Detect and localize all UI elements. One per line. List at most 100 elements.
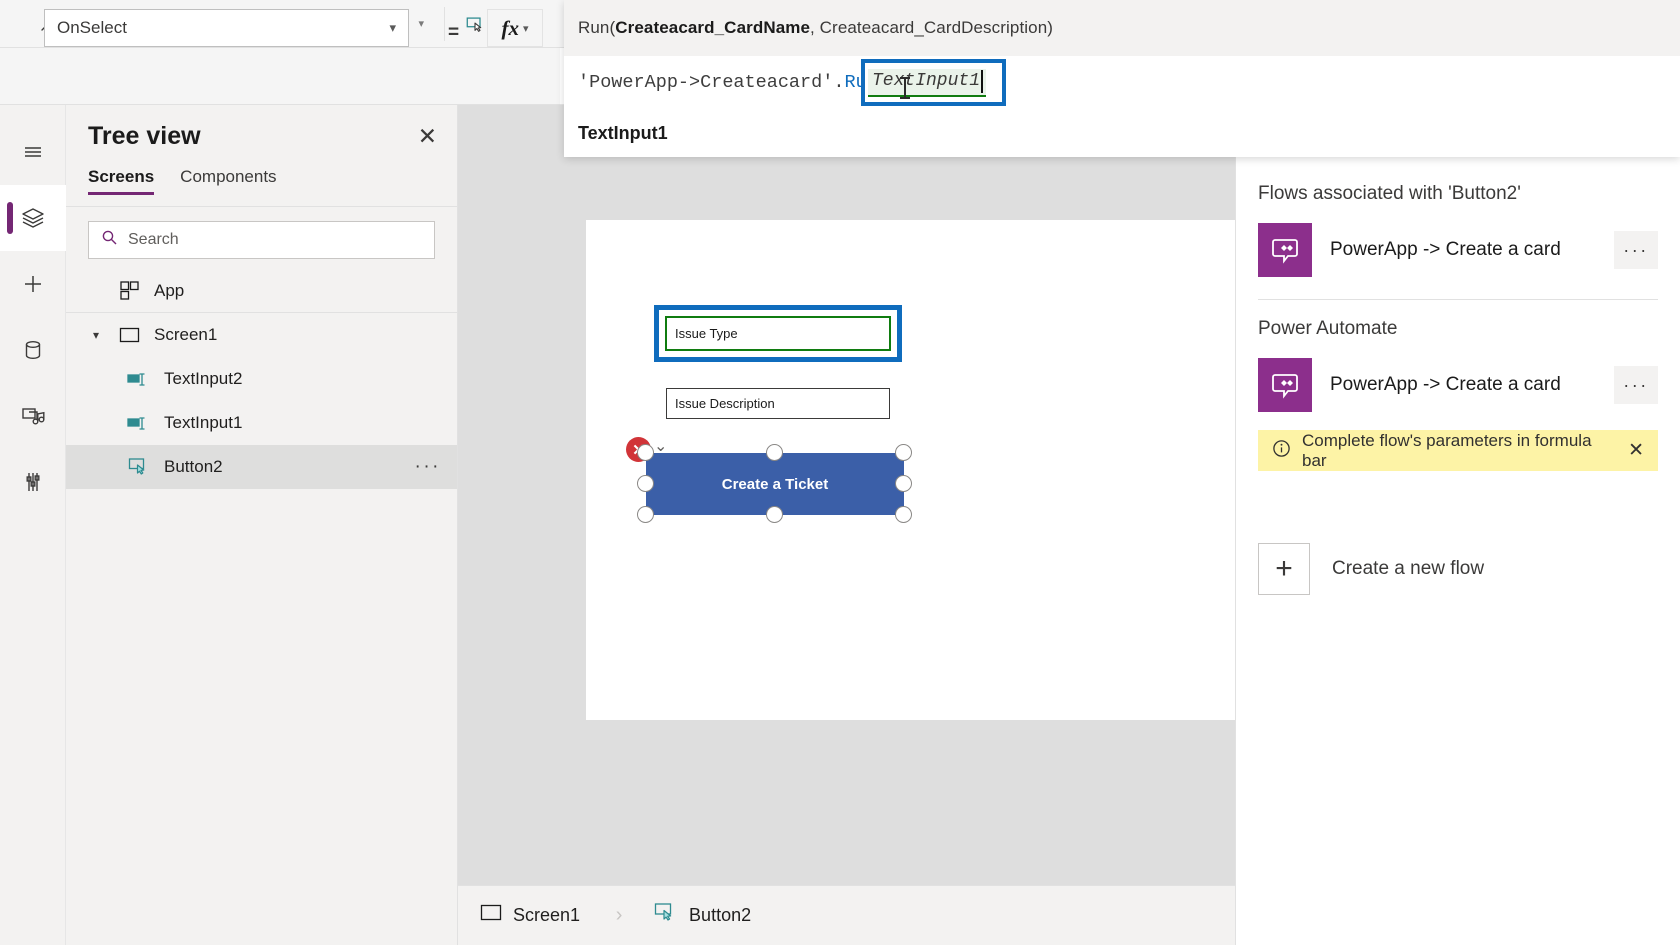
button-icon xyxy=(126,457,152,477)
canvas-textinput2-selection[interactable]: Issue Type xyxy=(654,305,902,362)
associated-flow-name: PowerApp -> Create a card xyxy=(1330,239,1561,261)
close-icon[interactable]: ✕ xyxy=(418,125,437,148)
available-flow-row[interactable]: PowerApp -> Create a card ··· xyxy=(1236,354,1680,416)
chevron-down-icon: ▾ xyxy=(418,17,424,30)
command-divider xyxy=(444,7,445,41)
search-icon xyxy=(101,229,118,251)
active-argument-value: TextInput1 xyxy=(872,71,980,91)
resize-handle-bottom-right[interactable] xyxy=(895,506,912,523)
resize-handle-middle-left[interactable] xyxy=(637,475,654,492)
tree-item-textinput1-label: TextInput1 xyxy=(164,413,242,433)
fx-icon: fx xyxy=(501,16,519,41)
screen-icon xyxy=(480,904,502,927)
active-argument-highlight[interactable]: TextInput1 xyxy=(861,59,1006,106)
signature-rest-params: , Createacard_CardDescription) xyxy=(810,18,1053,38)
tree-item-screen1[interactable]: ▾ Screen1 xyxy=(66,313,457,357)
available-flow-more-menu[interactable]: ··· xyxy=(1614,366,1658,404)
formula-token-flowname: 'PowerApp->Createacard' xyxy=(578,72,833,93)
app-canvas[interactable]: Issue Type Issue Description Create a Ti… xyxy=(458,105,1235,885)
tree-item-button2-more-menu[interactable]: ··· xyxy=(415,456,441,478)
create-new-flow-label: Create a new flow xyxy=(1332,558,1484,580)
breadcrumb-separator: › xyxy=(606,886,632,945)
power-automate-heading: Power Automate xyxy=(1236,318,1680,340)
tree-view-layers-icon[interactable] xyxy=(0,185,66,251)
equals-sign: = xyxy=(448,22,459,44)
text-input-icon xyxy=(126,415,152,432)
resize-handle-bottom-center[interactable] xyxy=(766,506,783,523)
function-signature-hint: Run(Createacard_CardName, Createacard_Ca… xyxy=(564,0,1680,56)
advanced-settings-icon[interactable] xyxy=(0,449,66,515)
signature-prefix: Run( xyxy=(578,18,615,38)
screen1-preview[interactable]: Issue Type Issue Description Create a Ti… xyxy=(586,220,1256,720)
resize-handle-top-center[interactable] xyxy=(766,444,783,461)
resize-handle-bottom-left[interactable] xyxy=(637,506,654,523)
tree-view-title: Tree view xyxy=(88,122,201,151)
mouse-ibeam-cursor xyxy=(904,77,906,99)
formula-token-dot: . xyxy=(833,72,844,93)
chevron-down-icon: ▾ xyxy=(389,20,396,36)
resize-handle-top-right[interactable] xyxy=(895,444,912,461)
screen-icon xyxy=(116,327,142,344)
breadcrumb-item-screen1-label: Screen1 xyxy=(513,905,580,926)
formula-expression[interactable]: 'PowerApp->Createacard'.Run( TextInput1 xyxy=(564,56,1680,109)
breadcrumb-item-button2[interactable]: Button2 xyxy=(632,886,777,945)
tree-item-button2-label: Button2 xyxy=(164,457,223,477)
app-grid-icon xyxy=(116,280,142,301)
tree-view-header: Tree view ✕ xyxy=(66,105,457,167)
chevron-down-icon[interactable]: ▾ xyxy=(88,328,104,342)
screen-click-icon xyxy=(465,14,485,34)
canvas-textinput1[interactable]: Issue Description xyxy=(666,388,890,419)
tree-item-textinput1[interactable]: TextInput1 xyxy=(66,401,457,445)
intellisense-suggestion-item[interactable]: TextInput1 xyxy=(564,109,1680,157)
tree-item-textinput2[interactable]: TextInput2 xyxy=(66,357,457,401)
tree-view-tabs: Screens Components xyxy=(66,167,457,207)
breadcrumb-item-button2-label: Button2 xyxy=(689,905,751,926)
info-circle-icon xyxy=(1272,439,1291,463)
associated-flow-more-menu[interactable]: ··· xyxy=(1614,231,1658,269)
tree-item-app-label: App xyxy=(154,281,184,301)
chevron-down-icon[interactable]: ⌄ xyxy=(654,436,667,456)
hamburger-menu-icon[interactable] xyxy=(0,119,66,185)
resize-handle-middle-right[interactable] xyxy=(895,475,912,492)
media-icon[interactable] xyxy=(0,383,66,449)
text-input-icon xyxy=(126,371,152,388)
flows-associated-heading: Flows associated with 'Button2' xyxy=(1236,183,1680,205)
property-dropdown-value: OnSelect xyxy=(57,18,127,38)
breadcrumb: Screen1 › Button2 xyxy=(458,885,1235,945)
flows-right-panel: Data Flows associated with 'Button2' Pow… xyxy=(1235,105,1680,945)
tree-item-button2[interactable]: Button2 ··· xyxy=(66,445,457,489)
tree-item-textinput2-label: TextInput2 xyxy=(164,369,242,389)
tree-item-screen1-label: Screen1 xyxy=(154,325,217,345)
panel-divider xyxy=(1258,299,1658,300)
available-flow-name: PowerApp -> Create a card xyxy=(1330,374,1561,396)
data-cylinder-icon[interactable] xyxy=(0,317,66,383)
tree-item-app[interactable]: App xyxy=(66,269,457,313)
close-icon[interactable]: ✕ xyxy=(1628,439,1644,462)
signature-active-param: Createacard_CardName xyxy=(615,18,810,38)
search-input[interactable]: Search xyxy=(88,221,435,259)
left-icon-rail xyxy=(0,105,66,945)
text-cursor xyxy=(981,70,983,93)
insert-plus-icon[interactable] xyxy=(0,251,66,317)
tree-search-wrapper: Search xyxy=(66,207,457,269)
power-automate-icon xyxy=(1258,358,1312,412)
tree-view-panel: Tree view ✕ Screens Components Search Ap… xyxy=(66,105,458,945)
associated-flow-row[interactable]: PowerApp -> Create a card ··· xyxy=(1236,219,1680,281)
resize-handle-top-left[interactable] xyxy=(637,444,654,461)
active-argument-value-wrap: TextInput1 xyxy=(868,69,986,97)
fx-button[interactable]: fx ▾ xyxy=(487,9,543,47)
powerapps-studio-window: Navigate ▾ Collect ▾ Remove ▾ xyxy=(0,0,1680,945)
chevron-down-icon: ▾ xyxy=(523,22,529,35)
intellisense-popup: Run(Createacard_CardName, Createacard_Ca… xyxy=(564,0,1680,157)
canvas-textinput2[interactable]: Issue Type xyxy=(665,316,891,351)
create-new-flow-button[interactable]: + Create a new flow xyxy=(1236,543,1680,595)
tab-components[interactable]: Components xyxy=(180,167,276,195)
breadcrumb-item-screen1[interactable]: Screen1 xyxy=(458,886,606,945)
warning-banner: Complete flow's parameters in formula ba… xyxy=(1258,430,1658,471)
power-automate-icon xyxy=(1258,223,1312,277)
intellisense-suggestion-label: TextInput1 xyxy=(578,123,668,144)
tab-screens[interactable]: Screens xyxy=(88,167,154,195)
plus-icon: + xyxy=(1258,543,1310,595)
search-placeholder: Search xyxy=(128,231,179,249)
property-dropdown[interactable]: OnSelect ▾ xyxy=(44,9,409,47)
